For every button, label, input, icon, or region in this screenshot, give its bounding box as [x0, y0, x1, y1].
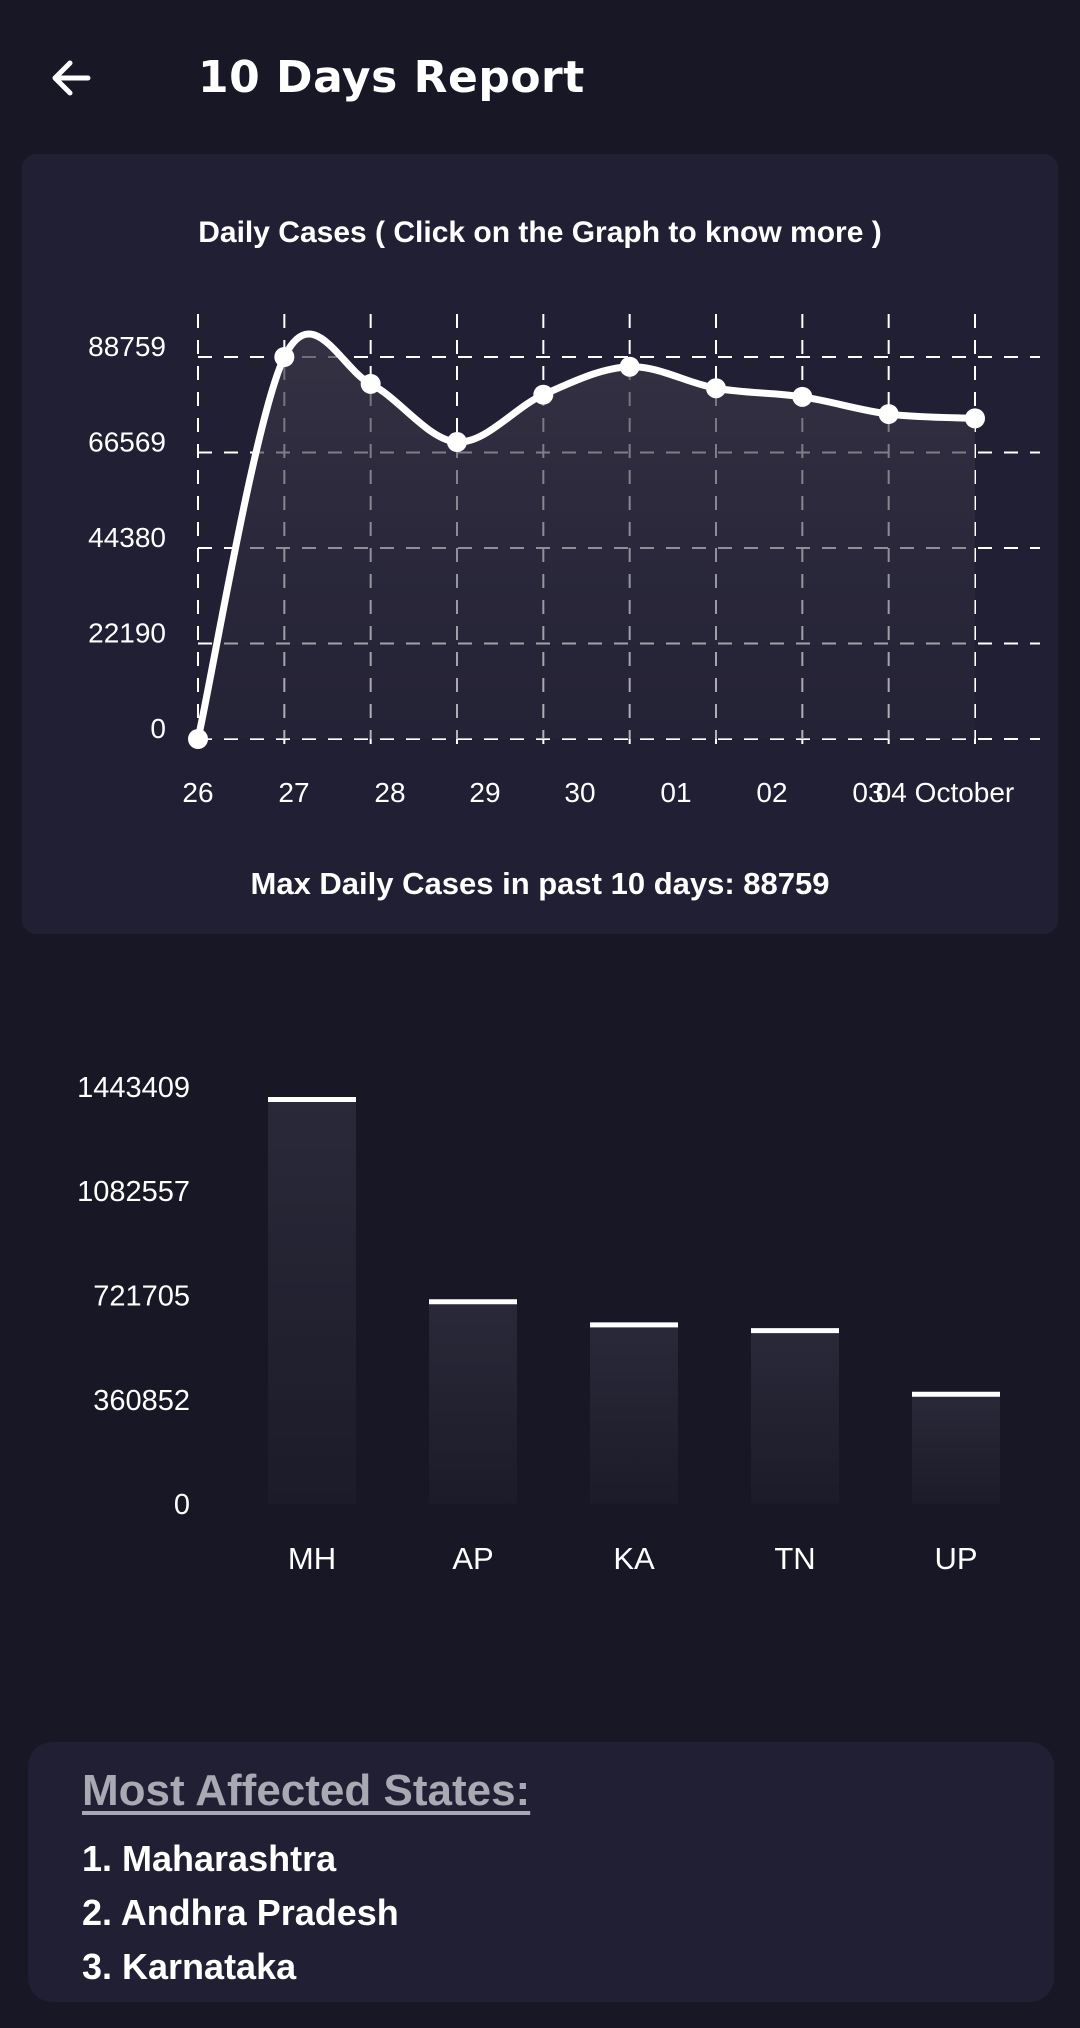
data-point: [619, 356, 640, 377]
list-item: 1. Maharashtra: [82, 1838, 337, 1879]
arrow-left-icon: [52, 60, 91, 96]
data-point: [533, 384, 554, 405]
y-tick-label: 0: [150, 713, 166, 744]
list-item: 2. Andhra Pradesh: [82, 1892, 399, 1933]
bar: [751, 1330, 839, 1504]
data-point: [878, 404, 899, 425]
y-tick-label: 0: [174, 1489, 190, 1521]
x-tick-label: 02: [756, 777, 787, 808]
list-item: 3. Karnataka: [82, 1946, 297, 1987]
bar: [590, 1324, 678, 1504]
x-tick-label: 29: [469, 777, 500, 808]
y-tick-label: 1082557: [77, 1176, 190, 1208]
data-point: [965, 408, 985, 429]
x-tick-label: 28: [374, 777, 405, 808]
x-tick-label: 04 October: [876, 777, 1015, 808]
back-button[interactable]: [44, 50, 100, 106]
page-title: 10 Days Report: [198, 52, 585, 103]
y-tick-label: 22190: [88, 617, 166, 648]
x-tick-label: TN: [774, 1541, 815, 1576]
x-tick-label: KA: [613, 1541, 655, 1576]
app-bar: 10 Days Report: [0, 0, 1080, 154]
state-cases-bar-chart: 0 360852 721705 1082557 1443409 MH AP KA TN UP: [77, 1072, 1000, 1576]
area-fill: [198, 333, 975, 739]
x-tick-label: 30: [564, 777, 595, 808]
x-tick-label: UP: [934, 1541, 977, 1576]
x-tick-label: 26: [182, 777, 213, 808]
states-heading: Most Affected States:: [82, 1766, 531, 1815]
y-tick-label: 66569: [88, 427, 166, 458]
data-point: [706, 378, 726, 399]
y-tick-label: 88759: [88, 331, 166, 362]
y-tick-label: 1443409: [77, 1072, 190, 1104]
data-point: [360, 373, 381, 394]
states-list: 1. Maharashtra 2. Andhra Pradesh 3. Karn…: [82, 1832, 399, 1994]
x-tick-label: 27: [278, 777, 309, 808]
data-point: [792, 386, 813, 407]
daily-cases-chart[interactable]: 02219044380665698875926 27 28 29 30 01 02 0304 …: [0, 154, 1080, 934]
x-tick-label: 01: [660, 777, 691, 808]
bar: [429, 1301, 517, 1504]
y-tick-label: 360852: [93, 1385, 190, 1417]
data-point: [274, 347, 295, 367]
bar: [268, 1099, 356, 1504]
x-tick-label: MH: [288, 1541, 336, 1576]
data-point: [188, 729, 208, 749]
x-tick-label: AP: [452, 1541, 493, 1576]
y-tick-label: 44380: [88, 522, 166, 553]
most-affected-states-card: Most Affected States: 1. Maharashtra 2. …: [28, 1742, 1054, 2002]
y-tick-label: 721705: [93, 1280, 190, 1312]
data-point: [447, 432, 467, 453]
bar: [912, 1394, 1000, 1504]
